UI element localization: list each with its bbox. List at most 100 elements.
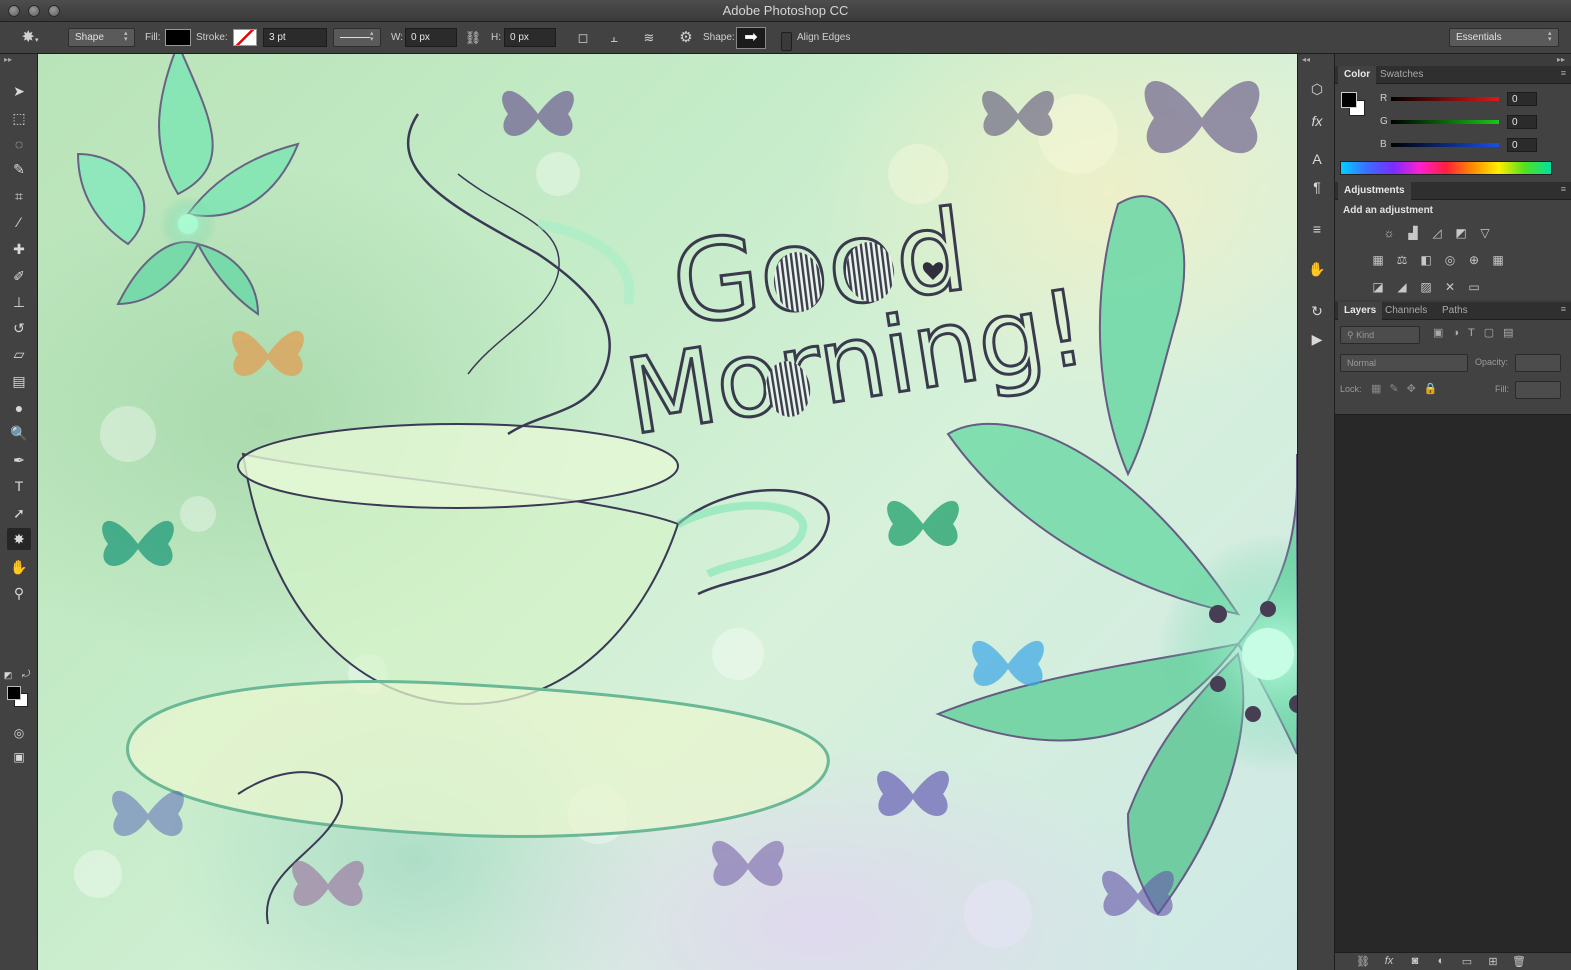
- marquee-tool[interactable]: ⬚: [7, 107, 31, 129]
- tab-adjustments[interactable]: Adjustments: [1338, 182, 1411, 200]
- panel-menu-icon[interactable]: ≡: [1561, 68, 1566, 78]
- clone-stamp-tool[interactable]: ⊥: [7, 291, 31, 313]
- fill-field[interactable]: [1515, 381, 1561, 399]
- quick-selection-tool[interactable]: ✎: [7, 158, 31, 180]
- threshold-icon[interactable]: ▨: [1416, 278, 1436, 296]
- gear-icon[interactable]: ⚙: [677, 28, 695, 47]
- screen-mode-icon[interactable]: ▣: [7, 746, 31, 768]
- color-lookup-icon[interactable]: ▦: [1488, 251, 1508, 269]
- brush-tool[interactable]: ✐: [7, 265, 31, 287]
- channel-slider[interactable]: [1391, 97, 1499, 101]
- width-field[interactable]: 0 px: [405, 28, 457, 47]
- history-panel-icon[interactable]: ↻: [1306, 300, 1328, 322]
- path-arrangement-icon[interactable]: ≋: [640, 28, 658, 47]
- foreground-color-swatch[interactable]: [7, 686, 21, 700]
- link-layers-icon[interactable]: ⛓: [1355, 955, 1371, 969]
- collapse-panels-icon[interactable]: ▸▸: [1557, 55, 1565, 64]
- new-group-icon[interactable]: ▭: [1459, 955, 1475, 969]
- stroke-width-field[interactable]: 3 pt: [263, 28, 327, 47]
- channel-value-field[interactable]: 0: [1507, 115, 1537, 129]
- color-panel-swatches[interactable]: [1341, 92, 1367, 118]
- type-tool[interactable]: T: [7, 475, 31, 497]
- lasso-tool[interactable]: ◌: [7, 133, 31, 155]
- vibrance-icon[interactable]: ▽: [1475, 224, 1495, 242]
- selective-color-icon[interactable]: ✕: [1440, 278, 1460, 296]
- path-selection-tool[interactable]: ➚: [7, 502, 31, 524]
- history-brush-tool[interactable]: ↺: [7, 317, 31, 339]
- foreground-color-swatch[interactable]: [1341, 92, 1357, 108]
- layer-filter-icons[interactable]: ▣◑T▢▤: [1433, 326, 1553, 344]
- hand-tool[interactable]: ✋: [7, 556, 31, 578]
- eraser-tool[interactable]: ▱: [7, 343, 31, 365]
- stroke-type-dropdown[interactable]: [333, 28, 381, 47]
- lock-icons[interactable]: ▦✎✥🔒: [1371, 382, 1446, 400]
- new-layer-icon[interactable]: ⊞: [1485, 955, 1501, 969]
- shape-picker[interactable]: ➡: [736, 27, 766, 49]
- path-operations-icon[interactable]: ◻: [574, 28, 592, 47]
- actions-panel-icon[interactable]: ▶: [1306, 328, 1328, 350]
- tool-presets-icon[interactable]: ✋: [1306, 258, 1328, 280]
- tab-swatches[interactable]: Swatches: [1374, 66, 1429, 84]
- link-icon[interactable]: ⛓: [464, 28, 482, 47]
- curves-icon[interactable]: ◿: [1427, 224, 1447, 242]
- custom-shape-tool[interactable]: ✸: [7, 528, 31, 550]
- panel-menu-icon[interactable]: ≡: [1561, 304, 1566, 314]
- 3d-panel-icon[interactable]: ⬡: [1306, 78, 1328, 100]
- default-colors-icon[interactable]: ◩: [2, 664, 14, 686]
- tool-preset-picker[interactable]: ✸▾: [18, 28, 42, 47]
- document-canvas[interactable]: Good Morning!: [38, 54, 1297, 970]
- channel-slider[interactable]: [1391, 120, 1499, 124]
- zoom-tool[interactable]: ⚲: [7, 582, 31, 604]
- channel-mixer-icon[interactable]: ⊕: [1464, 251, 1484, 269]
- brightness-contrast-icon[interactable]: ☼: [1379, 224, 1399, 242]
- levels-icon[interactable]: ▟: [1403, 224, 1423, 242]
- tab-paths[interactable]: Paths: [1436, 302, 1474, 320]
- path-alignment-icon[interactable]: ⫠: [605, 28, 623, 47]
- hue-saturation-icon[interactable]: ▦: [1368, 251, 1388, 269]
- character-panel-icon[interactable]: A: [1306, 148, 1328, 170]
- color-spectrum-ramp[interactable]: [1340, 161, 1552, 175]
- align-edges-checkbox[interactable]: [781, 32, 792, 51]
- layer-filter-dropdown[interactable]: ⚲ Kind: [1340, 326, 1420, 344]
- layer-list[interactable]: [1335, 414, 1571, 954]
- move-tool[interactable]: ➤: [7, 80, 31, 102]
- tool-mode-dropdown[interactable]: Shape: [68, 28, 135, 47]
- workspace-switcher[interactable]: Essentials: [1449, 28, 1559, 47]
- gradient-tool[interactable]: ▤: [7, 370, 31, 392]
- collapse-dock-icon[interactable]: ◂◂: [1302, 55, 1310, 64]
- opacity-field[interactable]: [1515, 354, 1561, 372]
- pen-tool[interactable]: ✒: [7, 449, 31, 471]
- properties-panel-icon[interactable]: ≡: [1306, 218, 1328, 240]
- eyedropper-tool[interactable]: ⁄: [7, 211, 31, 233]
- dodge-tool[interactable]: 🔍: [7, 422, 31, 444]
- collapse-toolbar-icon[interactable]: ▸▸: [4, 55, 12, 64]
- delete-layer-icon[interactable]: 🗑: [1511, 955, 1527, 969]
- panel-menu-icon[interactable]: ≡: [1561, 184, 1566, 194]
- tab-channels[interactable]: Channels: [1379, 302, 1433, 320]
- blend-mode-dropdown[interactable]: Normal: [1340, 354, 1468, 372]
- layer-style-icon[interactable]: fx: [1381, 955, 1397, 969]
- channel-value-field[interactable]: 0: [1507, 92, 1537, 106]
- color-balance-icon[interactable]: ⚖: [1392, 251, 1412, 269]
- exposure-icon[interactable]: ◩: [1451, 224, 1471, 242]
- tab-layers[interactable]: Layers: [1338, 302, 1383, 320]
- height-field[interactable]: 0 px: [504, 28, 556, 47]
- fill-color-swatch[interactable]: [165, 29, 191, 46]
- quick-mask-icon[interactable]: ◎: [7, 722, 31, 744]
- channel-slider[interactable]: [1391, 143, 1499, 147]
- black-white-icon[interactable]: ◧: [1416, 251, 1436, 269]
- swap-colors-icon[interactable]: ⤾: [20, 664, 32, 686]
- tab-color[interactable]: Color: [1338, 66, 1377, 84]
- channel-value-field[interactable]: 0: [1507, 138, 1537, 152]
- blur-tool[interactable]: ●: [7, 397, 31, 419]
- new-adjustment-layer-icon[interactable]: ◐: [1433, 955, 1449, 969]
- crop-tool[interactable]: ⌗: [7, 185, 31, 207]
- invert-icon[interactable]: ◪: [1368, 278, 1388, 296]
- foreground-background-colors[interactable]: [5, 684, 33, 712]
- add-mask-icon[interactable]: ◙: [1407, 955, 1423, 969]
- styles-panel-icon[interactable]: fx: [1306, 110, 1328, 132]
- stroke-color-swatch[interactable]: [233, 29, 257, 46]
- healing-brush-tool[interactable]: ✚: [7, 238, 31, 260]
- photo-filter-icon[interactable]: ◎: [1440, 251, 1460, 269]
- gradient-map-icon[interactable]: ▭: [1464, 278, 1484, 296]
